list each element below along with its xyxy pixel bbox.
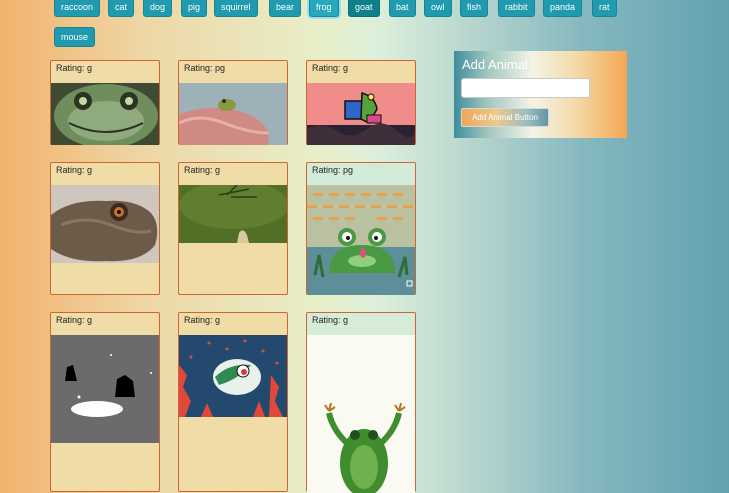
rating-label: Rating: g: [312, 63, 349, 73]
add-animal-input[interactable]: [461, 78, 590, 98]
animal-button-rabbit[interactable]: rabbit: [498, 0, 535, 17]
animal-button-panda[interactable]: panda: [543, 0, 583, 17]
rating-label: Rating: g: [56, 315, 93, 325]
gif-image[interactable]: [307, 83, 415, 145]
animal-button-squirrel[interactable]: squirrel: [214, 0, 258, 17]
gif-image[interactable]: [51, 335, 159, 443]
gif-image[interactable]: [179, 185, 287, 243]
rating-label: Rating: g: [312, 315, 349, 325]
animal-button-goat[interactable]: goat: [348, 0, 380, 17]
animal-button-dog[interactable]: dog: [143, 0, 173, 17]
gif-card[interactable]: Rating: pg: [306, 162, 416, 295]
animal-button-bear[interactable]: bear: [269, 0, 302, 17]
animal-button-rat[interactable]: rat: [592, 0, 617, 17]
gif-image[interactable]: [51, 185, 159, 263]
gif-card[interactable]: Rating: g: [50, 312, 160, 492]
gif-card[interactable]: Rating: g: [306, 60, 416, 145]
gif-image[interactable]: [51, 83, 159, 145]
add-animal-title: Add Animal: [462, 57, 528, 72]
gif-image[interactable]: [307, 335, 415, 493]
gif-card[interactable]: Rating: pg: [178, 60, 288, 145]
rating-label: Rating: g: [56, 63, 93, 73]
add-animal-button[interactable]: Add Animal Button: [461, 108, 549, 127]
add-animal-panel: Add Animal Add Animal Button: [454, 51, 627, 138]
rating-label: Rating: g: [184, 315, 221, 325]
gif-image[interactable]: [307, 185, 415, 295]
gif-image[interactable]: [179, 335, 287, 417]
animal-button-raccoon[interactable]: raccoon: [54, 0, 101, 17]
gif-card[interactable]: Rating: g: [306, 312, 416, 493]
rating-label: Rating: pg: [184, 63, 226, 73]
rating-label: Rating: g: [56, 165, 93, 175]
animal-button-pig[interactable]: pig: [181, 0, 208, 17]
animal-button-owl[interactable]: owl: [424, 0, 452, 17]
animal-button-frog[interactable]: frog: [309, 0, 339, 17]
rating-label: Rating: g: [184, 165, 221, 175]
gif-image[interactable]: [179, 83, 287, 145]
gif-card[interactable]: Rating: g: [50, 162, 160, 295]
rating-label: Rating: pg: [312, 165, 354, 175]
animal-button-bat[interactable]: bat: [389, 0, 416, 17]
gif-card[interactable]: Rating: g: [50, 60, 160, 145]
animal-button-mouse[interactable]: mouse: [54, 27, 96, 47]
gif-card[interactable]: Rating: g: [178, 312, 288, 492]
animal-button-fish[interactable]: fish: [460, 0, 489, 17]
gif-card[interactable]: Rating: g: [178, 162, 288, 295]
animal-button-cat[interactable]: cat: [108, 0, 135, 17]
